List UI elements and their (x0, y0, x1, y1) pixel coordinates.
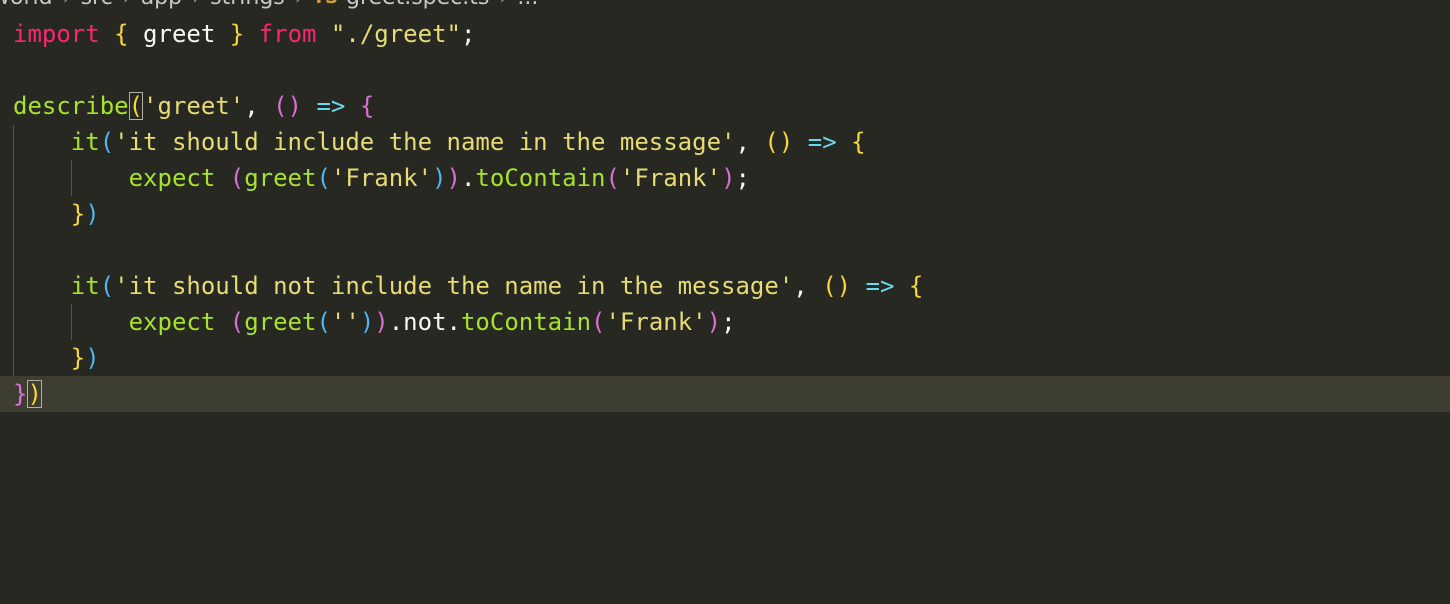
code-line-1[interactable]: import { greet } from "./greet"; (0, 16, 1450, 52)
method-name: toContain (460, 308, 592, 336)
dot: . (460, 164, 476, 192)
bracket: } (70, 344, 86, 372)
code-line-2[interactable] (0, 52, 1450, 88)
breadcrumb-item-src[interactable]: src (81, 0, 113, 10)
function-name: it (70, 272, 100, 300)
bracket: () (273, 92, 303, 120)
code-lines[interactable]: import { greet } from "./greet"; describ… (0, 16, 1450, 412)
bracket: ) (85, 200, 100, 228)
bracket: ) (446, 164, 461, 192)
bracket: ( (316, 308, 331, 336)
comma: , (244, 92, 274, 120)
code-line-9[interactable]: expect (greet('')).not.toContain('Frank'… (0, 304, 1450, 340)
bracket: ) (432, 164, 447, 192)
semicolon: ; (735, 164, 750, 192)
string-literal: 'Frank' (605, 308, 707, 336)
chevron-right-icon: › (123, 0, 131, 9)
bracket: { (114, 20, 129, 48)
bracket: ( (316, 164, 331, 192)
code-line-7[interactable] (0, 232, 1450, 268)
function-name: describe (13, 92, 129, 120)
matched-bracket: ) (27, 380, 42, 408)
chevron-right-icon: › (499, 0, 507, 9)
string-literal: 'greet' (143, 92, 245, 120)
bracket: ) (706, 308, 722, 336)
bracket: ( (229, 308, 245, 336)
chevron-right-icon: › (63, 0, 71, 9)
breadcrumb-item-app[interactable]: app (141, 0, 182, 10)
bracket: ( (99, 128, 115, 156)
function-name: greet (244, 308, 317, 336)
bracket: ( (229, 164, 245, 192)
chevron-right-icon: › (295, 0, 303, 9)
property-name: not (403, 308, 447, 336)
bracket: } (70, 200, 86, 228)
arrow-operator: => (316, 92, 346, 120)
bracket: ) (359, 308, 375, 336)
breadcrumb: world › src › app › strings › TS greet.s… (0, 0, 538, 10)
comma: , (793, 272, 823, 300)
code-line-3[interactable]: describe('greet', () => { (0, 88, 1450, 124)
breadcrumb-item-file[interactable]: greet.spec.ts (346, 0, 489, 10)
comma: , (735, 128, 765, 156)
function-name: expect (128, 308, 216, 336)
arrow-operator: => (807, 128, 837, 156)
code-line-11-current[interactable]: }) (0, 376, 1450, 412)
identifier: greet (128, 20, 230, 48)
function-name: it (70, 128, 100, 156)
bracket: { (851, 128, 866, 156)
string-literal: "./greet" (330, 20, 461, 48)
bracket: ( (605, 164, 620, 192)
bracket: ) (374, 308, 389, 336)
bracket: () (764, 128, 794, 156)
matched-bracket: ( (128, 92, 144, 120)
import-keyword: import (13, 20, 100, 48)
bracket: { (359, 92, 375, 120)
code-line-8[interactable]: it('it should not include the name in th… (0, 268, 1450, 304)
from-keyword: from (258, 20, 317, 48)
dot: . (446, 308, 461, 336)
dot: . (388, 308, 404, 336)
typescript-file-icon: TS (313, 0, 338, 8)
semicolon: ; (460, 20, 476, 48)
bracket: ) (721, 164, 736, 192)
breadcrumb-item-strings[interactable]: strings (210, 0, 285, 10)
code-editor[interactable]: world › src › app › strings › TS greet.s… (0, 0, 1450, 604)
string-literal: 'it should not include the name in the m… (114, 272, 794, 300)
code-line-4[interactable]: it('it should include the name in the me… (0, 124, 1450, 160)
semicolon: ; (721, 308, 736, 336)
string-literal: 'it should include the name in the messa… (114, 128, 736, 156)
bracket: () (822, 272, 852, 300)
code-line-5[interactable]: expect (greet('Frank')).toContain('Frank… (0, 160, 1450, 196)
function-name: expect (128, 164, 216, 192)
bracket: } (13, 380, 28, 408)
string-literal: '' (330, 308, 360, 336)
function-name: greet (244, 164, 317, 192)
bracket: ( (591, 308, 606, 336)
string-literal: 'Frank' (619, 164, 722, 192)
code-line-6[interactable]: }) (0, 196, 1450, 232)
string-literal: 'Frank' (330, 164, 433, 192)
code-line-10[interactable]: }) (0, 340, 1450, 376)
chevron-right-icon: › (192, 0, 200, 9)
bracket: ) (85, 344, 100, 372)
bracket: { (908, 272, 924, 300)
breadcrumb-item-folder[interactable]: world (0, 0, 53, 10)
method-name: toContain (475, 164, 606, 192)
breadcrumb-item-symbols[interactable]: ... (517, 0, 538, 10)
bracket: } (229, 20, 245, 48)
bracket: ( (99, 272, 115, 300)
arrow-operator: => (865, 272, 895, 300)
